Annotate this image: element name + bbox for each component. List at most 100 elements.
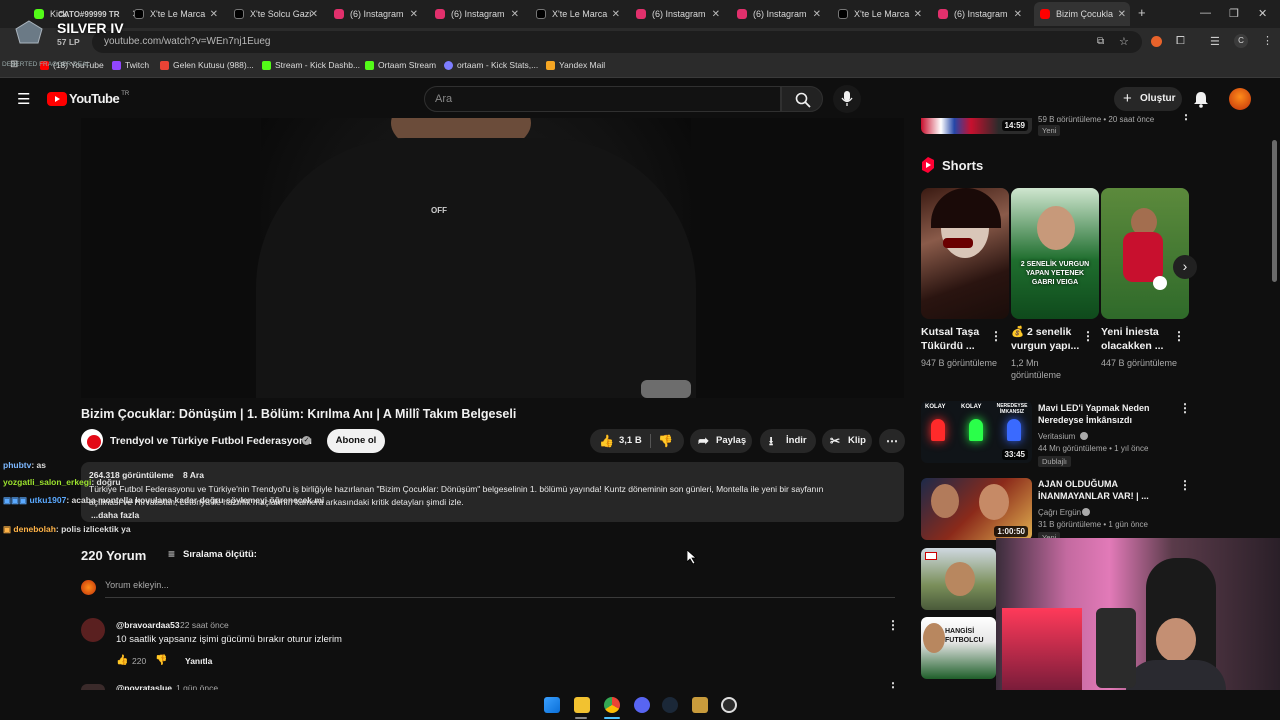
shorts-next-button[interactable]: › — [1173, 255, 1197, 279]
chat-text: : as — [31, 460, 46, 470]
video-menu-icon[interactable]: ⋮ — [1179, 401, 1191, 415]
search-input[interactable]: Ara — [424, 86, 781, 112]
subscribe-button[interactable]: Abone ol — [327, 429, 385, 453]
bookmark-star-icon[interactable]: ☆ — [1119, 35, 1129, 48]
sidebar-video-thumbnail[interactable]: 14:59 — [921, 118, 1032, 134]
comment-dislike-icon[interactable]: 👎 — [155, 655, 167, 666]
bookmark-kick-dashboard[interactable]: Stream - Kick Dashb... — [262, 60, 360, 70]
windows-start-icon[interactable] — [544, 697, 560, 713]
comment-avatar[interactable] — [81, 618, 105, 642]
page-scrollbar-thumb[interactable] — [1272, 140, 1277, 282]
sidebar-video-thumbnail[interactable] — [921, 548, 996, 610]
close-icon[interactable]: ✕ — [712, 9, 720, 20]
comment-menu-icon[interactable]: ⋮ — [887, 680, 899, 690]
reading-list-icon[interactable]: ☰ — [1210, 35, 1220, 48]
short-menu-icon[interactable]: ⋮ — [1082, 329, 1094, 343]
voice-search-button[interactable] — [833, 85, 861, 113]
close-icon[interactable]: ✕ — [210, 9, 218, 20]
close-icon[interactable]: ✕ — [1014, 9, 1022, 20]
short-menu-icon[interactable]: ⋮ — [1173, 329, 1185, 343]
notifications-bell-icon[interactable] — [1193, 91, 1209, 108]
install-app-icon[interactable]: ⧉ — [1097, 36, 1104, 47]
browser-tab[interactable]: (6) Instagram ✕ — [636, 4, 720, 24]
browser-tab[interactable]: (6) Instagram ✕ — [435, 4, 519, 24]
profile-avatar[interactable]: C — [1234, 34, 1248, 48]
url-bar[interactable]: youtube.com/watch?v=WEn7nj1Eueg — [92, 31, 1142, 53]
close-icon[interactable]: ✕ — [813, 9, 821, 20]
show-more-link[interactable]: ...daha fazla — [91, 510, 139, 520]
description-box[interactable]: 264.318 görüntüleme 8 Ara Türkiye Futbol… — [81, 462, 904, 522]
short-title[interactable]: 💰 2 senelik vurgun yapı... — [1011, 325, 1083, 353]
extension-icon[interactable] — [1151, 36, 1162, 47]
video-menu-icon[interactable]: ⋮ — [1180, 112, 1192, 122]
browser-tab-active[interactable]: Bizim Çocukla ✕ — [1034, 2, 1130, 26]
close-icon[interactable]: ✕ — [1118, 9, 1126, 20]
comment-time[interactable]: 22 saat önce — [180, 620, 229, 630]
short-card[interactable] — [1101, 188, 1189, 319]
comment-time[interactable]: 1 gün önce — [176, 683, 218, 690]
steam-icon[interactable] — [662, 697, 678, 713]
sidebar-video-thumbnail[interactable]: KOLAY KOLAY NEREDEYSE İMKANSIZ 33:45 — [921, 401, 1032, 463]
dislike-icon[interactable]: 👎 — [658, 429, 673, 453]
short-card[interactable]: 2 SENELİK VURGUN YAPAN YETENEK GABRI VEI… — [1011, 188, 1099, 319]
obs-icon[interactable] — [721, 697, 737, 713]
reply-button[interactable]: Yanıtla — [185, 656, 212, 666]
bookmark-gmail[interactable]: Gelen Kutusu (988)... — [160, 60, 254, 70]
comment-user[interactable]: @bravoardaa53 — [116, 620, 180, 630]
channel-avatar[interactable] — [81, 429, 103, 451]
maximize-icon[interactable]: ❐ — [1229, 7, 1239, 20]
channel-name[interactable]: Trendyol ve Türkiye Futbol Federasyonu — [110, 435, 312, 447]
chrome-icon[interactable] — [604, 697, 620, 713]
close-icon[interactable]: ✕ — [612, 9, 620, 20]
short-title[interactable]: Yeni İniesta olacakken ... — [1101, 325, 1173, 353]
sort-comments-button[interactable]: ≡ Sıralama ölçütü: — [168, 547, 257, 561]
video-menu-icon[interactable]: ⋮ — [1179, 478, 1191, 492]
search-button[interactable] — [781, 86, 823, 112]
short-card[interactable] — [921, 188, 1009, 319]
discord-icon[interactable] — [634, 697, 650, 713]
new-tab-button[interactable]: + — [1138, 5, 1146, 20]
close-window-icon[interactable]: ✕ — [1258, 7, 1267, 20]
browser-tab[interactable]: X'te Solcu Gazi ✕ — [234, 4, 318, 24]
sidebar-video-title[interactable]: Mavi LED'i Yapmak Neden Neredeyse İmkâns… — [1038, 402, 1173, 426]
bookmark-ortaam-stream[interactable]: Ortaam Stream — [365, 60, 436, 70]
short-title[interactable]: Kutsal Taşa Tükürdü ... — [921, 325, 993, 353]
short-menu-icon[interactable]: ⋮ — [990, 329, 1002, 343]
browser-tab[interactable]: X'te Le Marca ✕ — [838, 4, 922, 24]
browser-menu-icon[interactable]: ⋮ — [1262, 34, 1273, 47]
comment-menu-icon[interactable]: ⋮ — [887, 618, 899, 632]
browser-tab[interactable]: X'te Le Marca ✕ — [536, 4, 620, 24]
bookmark-yandex-mail[interactable]: Yandex Mail — [546, 60, 605, 70]
video-player[interactable]: OFF — [81, 118, 904, 398]
like-icon[interactable]: 👍 — [599, 429, 614, 453]
add-comment-input[interactable]: Yorum ekleyin... — [105, 580, 895, 598]
browser-tab[interactable]: (6) Instagram ✕ — [334, 4, 418, 24]
more-actions-button[interactable]: ⋯ — [879, 429, 905, 453]
hamburger-menu-icon[interactable]: ☰ — [17, 90, 30, 108]
sidebar-video-channel[interactable]: Çağrı Ergün — [1038, 507, 1081, 518]
like-count[interactable]: 3,1 B — [619, 429, 642, 453]
comment-like-icon[interactable]: 👍 — [116, 655, 128, 666]
close-icon[interactable]: ✕ — [914, 9, 922, 20]
youtube-logo[interactable]: YouTube TR — [47, 91, 129, 106]
bookmark-kick-stats[interactable]: ortaam - Kick Stats,... — [444, 60, 538, 70]
share-button[interactable]: ➦ Paylaş — [690, 429, 752, 453]
league-client-icon[interactable] — [692, 697, 708, 713]
create-button[interactable]: + Oluştur — [1114, 87, 1182, 111]
close-icon[interactable]: ✕ — [511, 9, 519, 20]
sidebar-video-thumbnail[interactable]: HANGİSİ FUTBOLCU — [921, 617, 996, 679]
browser-tab[interactable]: (6) Instagram ✕ — [737, 4, 821, 24]
file-explorer-icon[interactable] — [574, 697, 590, 713]
sidebar-video-thumbnail[interactable]: 1:00:50 — [921, 478, 1032, 540]
extensions-puzzle-icon[interactable]: ⧠ — [1176, 35, 1185, 48]
minimize-icon[interactable]: — — [1200, 7, 1211, 19]
clip-button[interactable]: ✂ Klip — [822, 429, 872, 453]
browser-tab[interactable]: (6) Instagram ✕ — [938, 4, 1022, 24]
close-icon[interactable]: ✕ — [310, 9, 318, 20]
user-avatar[interactable] — [1229, 88, 1251, 110]
close-icon[interactable]: ✕ — [410, 9, 418, 20]
comment-user[interactable]: @povrataslue — [116, 683, 172, 690]
sidebar-video-channel[interactable]: Veritasium — [1038, 431, 1075, 442]
download-button[interactable]: ⭳ İndir — [760, 429, 816, 453]
sidebar-video-title[interactable]: AJAN OLDUĞUMA İNANMAYANLAR VAR! | ... — [1038, 478, 1173, 502]
